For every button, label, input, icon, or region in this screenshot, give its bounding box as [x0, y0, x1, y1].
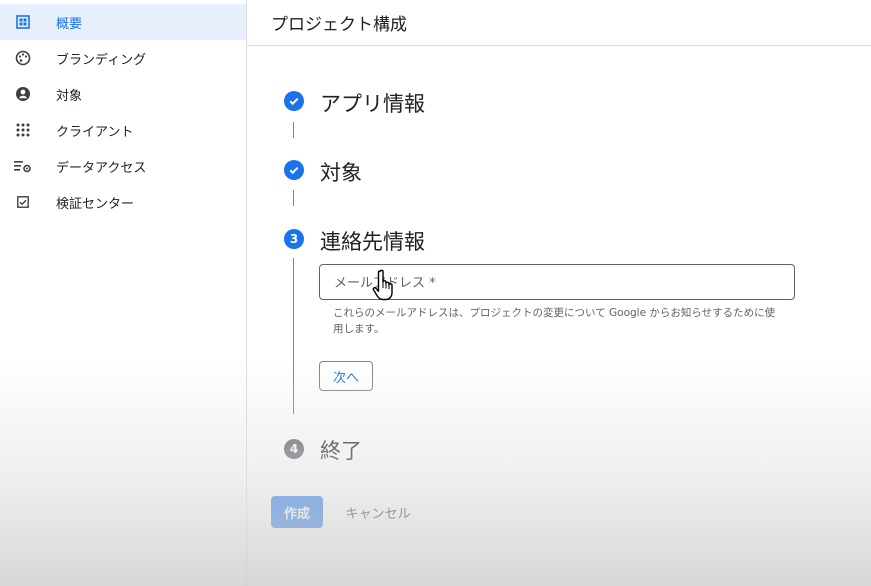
- step-title-finish: 終了: [320, 439, 362, 463]
- step-number-badge: 3: [284, 229, 304, 249]
- sidebar-item-label: 概要: [56, 17, 83, 32]
- step-connector: [293, 190, 294, 206]
- sidebar-item-verification-center[interactable]: 検証センター: [0, 184, 246, 220]
- apps-grid-icon: [13, 120, 33, 140]
- next-button[interactable]: 次へ: [319, 361, 373, 391]
- sidebar-item-label: 検証センター: [56, 197, 135, 212]
- step-connector: [293, 258, 294, 414]
- dashboard-icon: [13, 12, 33, 32]
- step-complete-check-icon: [284, 91, 304, 111]
- sidebar: 概要 ブランディング 対象 クライアント データアクセス 検証センター: [0, 0, 247, 586]
- email-input[interactable]: [332, 272, 776, 294]
- step-complete-check-icon: [284, 160, 304, 180]
- cancel-button[interactable]: キャンセル: [333, 496, 423, 528]
- account-circle-icon: [13, 84, 33, 104]
- page-header: プロジェクト構成: [247, 0, 871, 46]
- sidebar-item-data-access[interactable]: データアクセス: [0, 148, 246, 184]
- email-hint-text: これらのメールアドレスは、プロジェクトの変更について Google からお知らせ…: [333, 307, 776, 335]
- step-title-app-info: アプリ情報: [320, 92, 425, 116]
- sidebar-item-branding[interactable]: ブランディング: [0, 40, 246, 76]
- data-settings-icon: [13, 156, 33, 176]
- step-connector: [293, 122, 294, 138]
- sidebar-item-label: クライアント: [56, 125, 134, 140]
- checkbox-icon: [13, 192, 33, 212]
- sidebar-item-clients[interactable]: クライアント: [0, 112, 246, 148]
- sidebar-item-overview[interactable]: 概要: [0, 4, 246, 40]
- palette-icon: [13, 48, 33, 68]
- step-title-audience: 対象: [320, 161, 362, 185]
- step-number-badge: 4: [284, 439, 304, 459]
- sidebar-item-audience[interactable]: 対象: [0, 76, 246, 112]
- step-title-contact-info: 連絡先情報: [320, 230, 425, 254]
- sidebar-item-label: ブランディング: [56, 53, 147, 68]
- sidebar-item-label: 対象: [56, 89, 83, 104]
- hand-cursor-icon: [371, 268, 397, 302]
- create-button[interactable]: 作成: [271, 496, 323, 528]
- page-title: プロジェクト構成: [271, 15, 407, 35]
- sidebar-item-label: データアクセス: [56, 161, 147, 176]
